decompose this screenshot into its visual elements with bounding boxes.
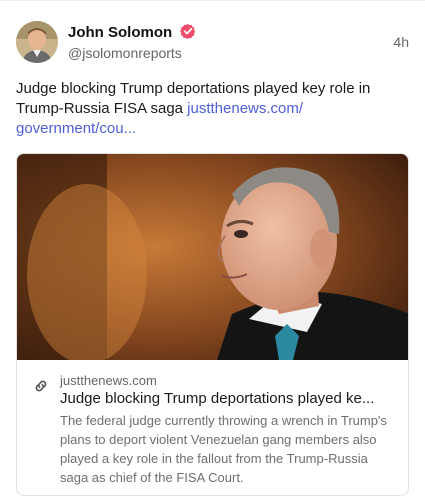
- link-description: The federal judge currently throwing a w…: [60, 413, 387, 485]
- link-preview-card[interactable]: justthenews.com Judge blocking Trump dep…: [16, 153, 409, 496]
- link-card-meta: justthenews.com Judge blocking Trump dep…: [17, 360, 408, 495]
- post: John Solomon @jsolomonreports 4h Judge b…: [0, 0, 425, 500]
- verified-badge-icon: [180, 23, 196, 39]
- author-name-row[interactable]: John Solomon: [68, 23, 196, 41]
- avatar[interactable]: [16, 21, 58, 63]
- author-handle[interactable]: @jsolomonreports: [68, 45, 182, 61]
- post-header: John Solomon @jsolomonreports 4h: [16, 21, 409, 65]
- post-text: Judge blocking Trump deportations played…: [16, 79, 409, 139]
- link-domain: justthenews.com: [60, 373, 157, 388]
- link-title[interactable]: Judge blocking Trump deportations played…: [60, 390, 398, 407]
- avatar-photo-icon: [16, 21, 58, 63]
- judge-photo-icon: [17, 154, 408, 360]
- post-timestamp[interactable]: 4h: [393, 34, 409, 50]
- link-chain-icon: [35, 380, 47, 392]
- author-display-name[interactable]: John Solomon: [68, 24, 172, 41]
